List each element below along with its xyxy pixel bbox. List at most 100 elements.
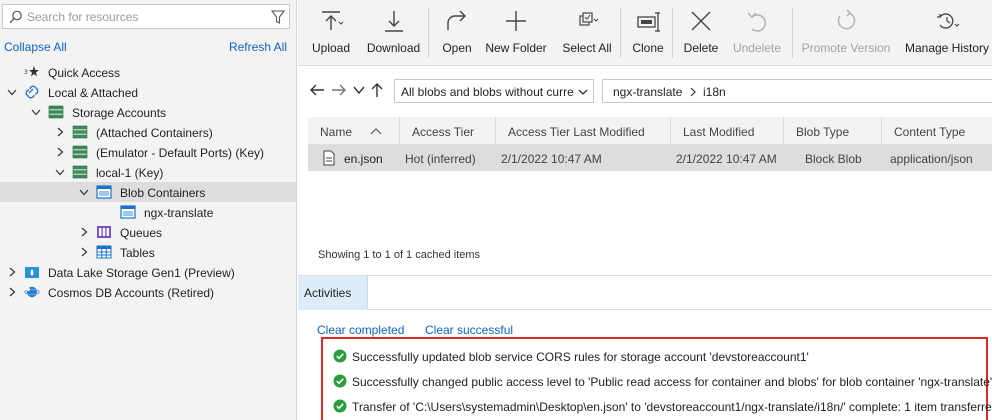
toolbar-button[interactable]: New Folder: [482, 0, 550, 66]
tree-item[interactable]: Blob Containers: [0, 182, 296, 202]
forward-arrow-icon[interactable]: [330, 81, 348, 99]
chevron-right-icon[interactable]: [6, 286, 18, 298]
table-row[interactable]: en.json Hot (inferred) 2/1/2022 10:47 AM…: [308, 145, 992, 171]
chevron-right-icon[interactable]: [78, 226, 90, 238]
tree-item-label: Blob Containers: [120, 186, 206, 200]
storage-accounts-icon: [72, 125, 88, 139]
toolbar-separator: [792, 8, 793, 58]
cell-access-tier-last-modified: 2/1/2022 10:47 AM: [501, 152, 602, 166]
activities-tab-bar: Activities: [298, 276, 992, 310]
filter-icon[interactable]: [271, 9, 285, 25]
breadcrumb[interactable]: ngx-translate i18n: [602, 79, 992, 103]
column-label: Content Type: [894, 125, 966, 139]
chevron-right-icon[interactable]: [78, 246, 90, 258]
blob-view-filter-select[interactable]: All blobs and blobs without curre: [394, 79, 594, 103]
toolbar-button-label: Undelete: [732, 41, 782, 55]
tree-item[interactable]: Queues: [0, 222, 296, 242]
tree-item-label: Local & Attached: [48, 86, 139, 100]
tree-item[interactable]: Storage Accounts: [0, 102, 296, 122]
tables-icon: [96, 245, 112, 259]
data-lake-icon: [24, 265, 40, 279]
tree-item-label: (Attached Containers): [96, 126, 213, 140]
tree-item[interactable]: Local & Attached: [0, 82, 296, 102]
queues-icon: [96, 225, 112, 239]
cell-content-type: application/json: [890, 152, 973, 166]
column-header-access-tier-last-modified[interactable]: Access Tier Last Modified: [496, 117, 671, 145]
toolbar-button[interactable]: Promote Version: [796, 0, 896, 66]
chevron-right-icon[interactable]: [6, 266, 18, 278]
toolbar-button-label: New Folder: [485, 41, 547, 55]
tree-item-label: Queues: [120, 226, 163, 240]
toolbar-button[interactable]: Select All: [556, 0, 618, 66]
tree-item[interactable]: ngx-translate: [0, 202, 296, 222]
toolbar-button-label: Clone: [632, 41, 664, 55]
blob-container-icon: [120, 205, 136, 219]
tab-activities[interactable]: Activities: [298, 276, 368, 310]
toolbar-button[interactable]: Download: [361, 0, 426, 66]
tab-label: Activities: [304, 286, 352, 300]
promote-icon: [833, 8, 859, 34]
toolbar-button[interactable]: Undelete: [726, 0, 788, 66]
navigation-bar: All blobs and blobs without curre ngx-tr…: [298, 67, 992, 117]
chevron-down-icon[interactable]: [78, 186, 90, 198]
collapse-all-link[interactable]: Collapse All: [4, 40, 67, 54]
clear-completed-link[interactable]: Clear completed: [317, 323, 404, 337]
search-box[interactable]: [2, 4, 290, 29]
toolbar-separator: [620, 8, 621, 58]
clear-successful-link[interactable]: Clear successful: [425, 323, 513, 337]
tree-item[interactable]: Data Lake Storage Gen1 (Preview): [0, 262, 296, 282]
breadcrumb-folder[interactable]: i18n: [703, 85, 726, 99]
column-label: Access Tier Last Modified: [508, 125, 645, 139]
chevron-down-icon[interactable]: [54, 166, 66, 178]
search-input[interactable]: [27, 8, 262, 26]
activity-item: Successfully updated blob service CORS r…: [333, 347, 992, 367]
breadcrumb-container[interactable]: ngx-translate: [613, 85, 682, 99]
select-all-icon: [574, 8, 600, 34]
tree-item-label: Quick Access: [48, 66, 121, 80]
tree-item[interactable]: Tables: [0, 242, 296, 262]
filter-selected-value: All blobs and blobs without curre: [401, 85, 574, 99]
success-check-icon: [333, 399, 347, 413]
tree-item[interactable]: local-1 (Key): [0, 162, 296, 182]
column-header-last-modified[interactable]: Last Modified: [671, 117, 784, 145]
chevron-down-icon[interactable]: [350, 81, 368, 99]
activity-message: Successfully changed public access level…: [352, 375, 992, 389]
cell-blob-type: Block Blob: [805, 152, 862, 166]
tree-item[interactable]: (Emulator - Default Ports) (Key): [0, 142, 296, 162]
chevron-right-icon[interactable]: [54, 126, 66, 138]
toolbar-button-label: Upload: [311, 41, 351, 55]
toolbar-button[interactable]: Delete: [678, 0, 724, 66]
cell-access-tier: Hot (inferred): [405, 152, 476, 166]
toolbar-button-label: Promote Version: [801, 41, 891, 55]
back-arrow-icon[interactable]: [308, 81, 326, 99]
tab-bar-filler: [368, 276, 992, 309]
column-header-blob-type[interactable]: Blob Type: [784, 117, 882, 145]
chevron-down-icon[interactable]: [6, 86, 18, 98]
up-arrow-icon[interactable]: [368, 81, 386, 99]
toolbar-button[interactable]: Manage History: [902, 0, 992, 66]
column-label: Blob Type: [796, 125, 850, 139]
toolbar-button-label: Download: [366, 41, 421, 55]
toolbar-separator: [672, 8, 673, 58]
toolbar-button-label: Select All: [562, 41, 612, 55]
tree-item-label: Storage Accounts: [72, 106, 167, 120]
column-label: Last Modified: [683, 125, 755, 139]
blob-containers-icon: [96, 185, 112, 199]
chevron-right-icon[interactable]: [54, 146, 66, 158]
toolbar-button[interactable]: Upload: [304, 0, 358, 66]
delete-x-icon: [688, 8, 714, 34]
activity-item: Successfully changed public access level…: [333, 372, 992, 392]
tree-item[interactable]: 3 Quick Access: [0, 62, 296, 82]
toolbar-button[interactable]: Clone: [622, 0, 674, 66]
grid-status-text: Showing 1 to 1 of 1 cached items: [318, 249, 481, 261]
column-header-content-type[interactable]: Content Type: [882, 117, 992, 145]
column-header-access-tier[interactable]: Access Tier: [400, 117, 496, 145]
toolbar-button[interactable]: Open: [432, 0, 482, 66]
tree-item[interactable]: (Attached Containers): [0, 122, 296, 142]
toolbar-button-label: Manage History: [904, 41, 990, 55]
chevron-down-icon[interactable]: [30, 106, 42, 118]
tree-item[interactable]: Cosmos DB Accounts (Retired): [0, 282, 296, 302]
refresh-all-link[interactable]: Refresh All: [229, 40, 287, 54]
column-header-name[interactable]: Name: [308, 117, 400, 145]
cosmos-db-icon: [24, 285, 40, 299]
